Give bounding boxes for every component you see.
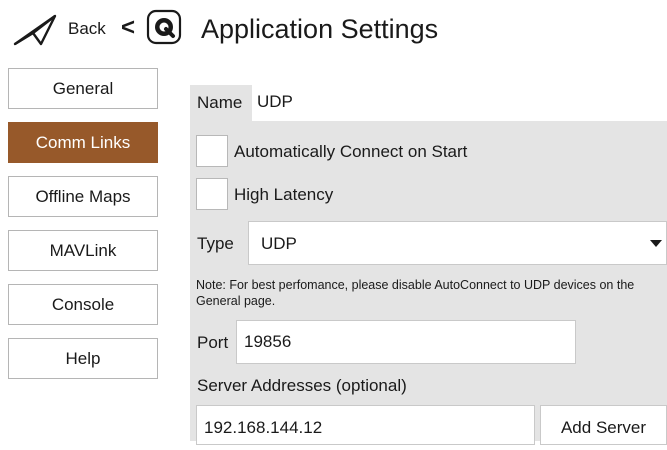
auto-connect-checkbox[interactable] [196,135,228,167]
auto-connect-label: Automatically Connect on Start [234,142,468,161]
type-select[interactable]: UDP [248,221,667,265]
port-field[interactable]: 19856 [236,320,576,364]
sidebar-item-offline-maps[interactable]: Offline Maps [8,176,158,217]
back-chevron[interactable]: < [121,14,135,42]
server-address-field[interactable]: 192.168.144.12 [196,405,535,445]
dropdown-arrow-icon [650,240,662,247]
name-label: Name [197,93,243,112]
sidebar-item-console[interactable]: Console [8,284,158,325]
sidebar-item-mavlink[interactable]: MAVLink [8,230,158,271]
link-settings-panel: Name UDP Automatically Connect on Start … [190,85,667,445]
name-field[interactable]: UDP [252,85,667,121]
sidebar-item-comm-links[interactable]: Comm Links [8,122,158,163]
paper-plane-icon[interactable] [13,14,57,46]
back-label[interactable]: Back [68,19,106,39]
server-addresses-label: Server Addresses (optional) [197,376,407,395]
page-title: Application Settings [201,14,439,44]
sidebar-item-general[interactable]: General [8,68,158,109]
udp-note-text: Note: For best perfomance, please disabl… [196,278,635,308]
sidebar-item-help[interactable]: Help [8,338,158,379]
header-bar: Back < Application Settings [0,0,667,62]
high-latency-label: High Latency [234,185,334,204]
high-latency-checkbox[interactable] [196,178,228,210]
type-label: Type [197,234,234,253]
add-server-button[interactable]: Add Server [540,405,667,445]
port-label: Port [197,333,229,352]
type-select-value: UDP [261,234,297,253]
qgc-logo-icon [146,9,182,45]
